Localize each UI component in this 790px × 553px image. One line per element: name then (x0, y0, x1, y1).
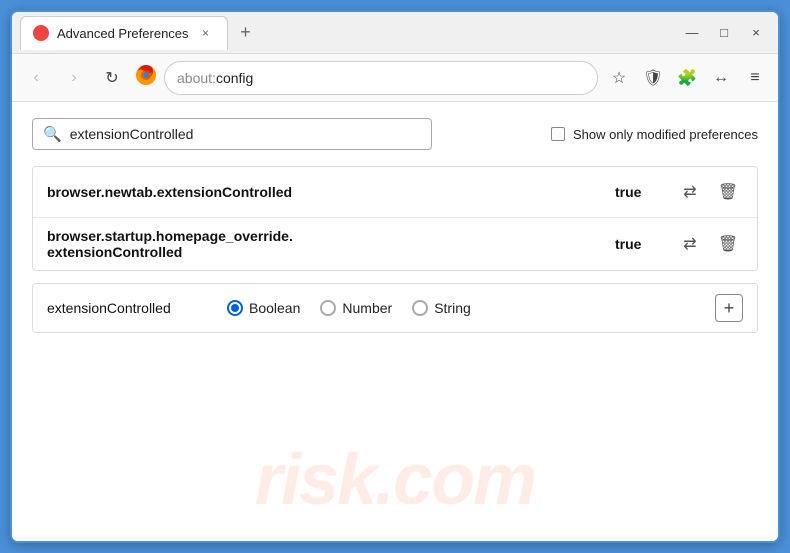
menu-button[interactable]: ≡ (740, 63, 770, 93)
result-actions: ⇄ 🗑 (675, 177, 743, 207)
radio-number-circle (320, 300, 336, 316)
reload-button[interactable]: ↻ (96, 62, 128, 94)
radio-string[interactable]: String (412, 300, 471, 316)
pref-name-line1: browser.startup.homepage_override. (47, 228, 615, 244)
url-protocol: about: (177, 70, 216, 86)
new-pref-name: extensionControlled (47, 300, 207, 316)
extension-button[interactable]: 🧩 (672, 63, 702, 93)
shield-button[interactable]: 🛡 (638, 63, 668, 93)
minimize-button[interactable]: — (678, 19, 706, 47)
title-bar: Advanced Preferences × + — □ × (12, 12, 778, 54)
nav-bar: ‹ › ↻ about:config ☆ 🛡 🧩 ↔ ≡ (12, 54, 778, 102)
table-row: browser.newtab.extensionControlled true … (33, 167, 757, 218)
delete-button[interactable]: 🗑 (713, 229, 743, 259)
toggle-button[interactable]: ⇄ (675, 229, 705, 259)
tab-title: Advanced Preferences (57, 26, 189, 41)
forward-button[interactable]: › (58, 62, 90, 94)
url-path: config (216, 70, 253, 86)
type-radio-group: Boolean Number String (227, 300, 471, 316)
pref-value: true (615, 184, 655, 200)
radio-boolean-label: Boolean (249, 300, 300, 316)
bookmark-button[interactable]: ☆ (604, 63, 634, 93)
pref-name: browser.newtab.extensionControlled (47, 184, 615, 200)
maximize-button[interactable]: □ (710, 19, 738, 47)
show-modified-label: Show only modified preferences (573, 127, 758, 142)
browser-tab[interactable]: Advanced Preferences × (20, 16, 228, 50)
tab-close-button[interactable]: × (197, 24, 215, 42)
sync-button[interactable]: ↔ (706, 63, 736, 93)
pref-value: true (615, 236, 655, 252)
show-modified-checkbox[interactable] (551, 127, 565, 141)
search-input-value[interactable]: extensionControlled (70, 126, 421, 142)
toggle-button[interactable]: ⇄ (675, 177, 705, 207)
add-pref-row: extensionControlled Boolean Number Strin… (32, 283, 758, 333)
show-modified-row[interactable]: Show only modified preferences (551, 127, 758, 142)
delete-button[interactable]: 🗑 (713, 177, 743, 207)
browser-window: Advanced Preferences × + — □ × ‹ › ↻ abo… (10, 10, 780, 543)
watermark: risk.com (255, 439, 535, 521)
new-tab-button[interactable]: + (232, 19, 260, 47)
address-bar[interactable]: about:config (164, 61, 598, 95)
results-table: browser.newtab.extensionControlled true … (32, 166, 758, 271)
close-button[interactable]: × (742, 19, 770, 47)
radio-string-circle (412, 300, 428, 316)
firefox-logo (134, 63, 158, 92)
table-row: browser.startup.homepage_override. exten… (33, 218, 757, 270)
add-pref-button[interactable]: + (715, 294, 743, 322)
search-row: 🔍 extensionControlled Show only modified… (32, 118, 758, 150)
radio-boolean[interactable]: Boolean (227, 300, 300, 316)
radio-string-label: String (434, 300, 471, 316)
result-actions: ⇄ 🗑 (675, 229, 743, 259)
radio-number-label: Number (342, 300, 392, 316)
radio-number[interactable]: Number (320, 300, 392, 316)
back-button[interactable]: ‹ (20, 62, 52, 94)
pref-name: browser.startup.homepage_override. exten… (47, 228, 615, 260)
address-text: about:config (177, 70, 253, 86)
search-box[interactable]: 🔍 extensionControlled (32, 118, 432, 150)
tab-favicon (33, 25, 49, 41)
window-controls: — □ × (678, 19, 770, 47)
pref-name-line2: extensionControlled (47, 244, 615, 260)
search-icon: 🔍 (43, 125, 62, 143)
radio-boolean-circle (227, 300, 243, 316)
nav-tools: ☆ 🛡 🧩 ↔ ≡ (604, 63, 770, 93)
content-area: risk.com 🔍 extensionControlled Show only… (12, 102, 778, 541)
